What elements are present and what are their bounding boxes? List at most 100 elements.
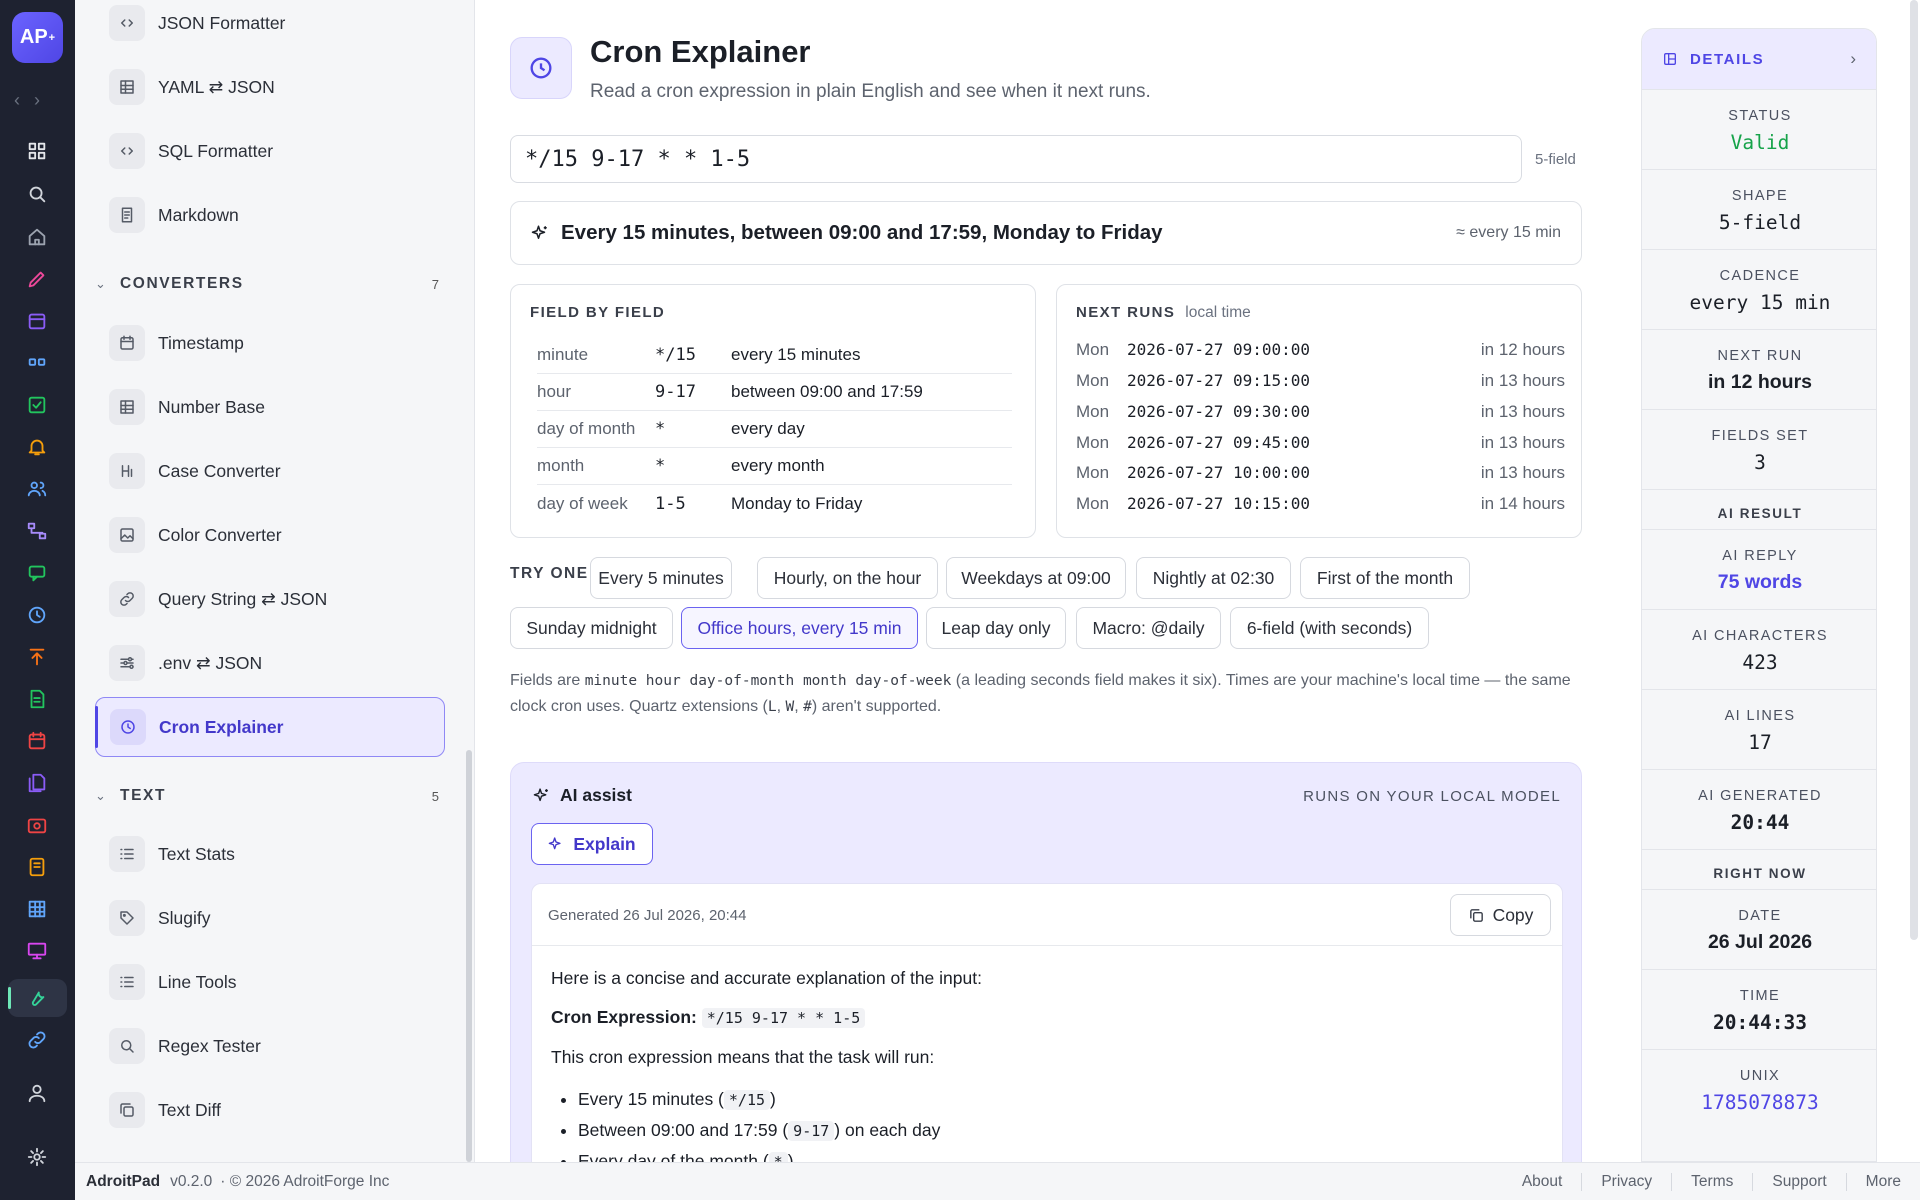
- dashboard-icon[interactable]: [22, 136, 52, 166]
- sidebar-item-timestamp[interactable]: Timestamp: [95, 313, 445, 373]
- footer-link-about[interactable]: About: [1503, 1173, 1582, 1191]
- run-relative: in 13 hours: [1480, 370, 1565, 390]
- group-title: TEXT: [120, 787, 167, 804]
- detail-unix[interactable]: UNIX 1785078873: [1642, 1049, 1876, 1129]
- field-by-field-card: FIELD BY FIELD minute */15 every 15 minu…: [510, 284, 1036, 538]
- group-converters-header[interactable]: ⌄ CONVERTERS 7: [95, 269, 445, 299]
- bell-icon[interactable]: [22, 432, 52, 462]
- group-text-header[interactable]: ⌄ TEXT 5: [95, 781, 445, 811]
- field-value: */15: [655, 345, 696, 365]
- sidebar-item-case-converter[interactable]: Case Converter: [95, 441, 445, 501]
- footer-link-more[interactable]: More: [1845, 1172, 1920, 1191]
- workflow-icon[interactable]: [22, 516, 52, 546]
- sidebar-item-text-diff[interactable]: Text Diff: [95, 1080, 445, 1140]
- table-icon[interactable]: [22, 894, 52, 924]
- preset-chip-selected[interactable]: Office hours, every 15 min: [681, 607, 918, 649]
- footer-copyright: · © 2026 AdroitForge Inc: [220, 1172, 390, 1190]
- detail-date: DATE 26 Jul 2026: [1642, 889, 1876, 969]
- sidebar-item-line-tools[interactable]: Line Tools: [95, 952, 445, 1012]
- field-name: hour: [537, 382, 572, 401]
- sidebar-item-text-stats[interactable]: Text Stats: [95, 824, 445, 884]
- sidebar-item-label: Cron Explainer: [159, 716, 284, 737]
- grid-icon: [109, 389, 145, 425]
- chevron-right-icon[interactable]: ›: [1850, 49, 1856, 69]
- field-name: month: [537, 456, 585, 475]
- sidebar-item-number-base[interactable]: Number Base: [95, 377, 445, 437]
- preset-chip[interactable]: Macro: @daily: [1076, 607, 1221, 649]
- detail-ai-reply: AI REPLY 75 words: [1642, 529, 1876, 609]
- camera-icon[interactable]: [22, 810, 52, 840]
- sidebar-item-label: Regex Tester: [158, 1035, 261, 1056]
- run-row: Mon 2026-07-27 10:15:00 in 14 hours: [1076, 488, 1565, 519]
- wrench-icon[interactable]: [22, 983, 52, 1013]
- preset-chip[interactable]: Leap day only: [926, 607, 1066, 649]
- sidebar-item-yaml-json[interactable]: YAML ⇄ JSON: [95, 57, 445, 117]
- presentation-icon[interactable]: [22, 936, 52, 966]
- settings-icon[interactable]: [22, 1142, 52, 1172]
- users-icon[interactable]: [22, 474, 52, 504]
- sidebar-item-cron-explainer[interactable]: Cron Explainer: [95, 697, 445, 757]
- run-relative: in 14 hours: [1480, 493, 1565, 513]
- sidebar-item-query-string-json[interactable]: Query String ⇄ JSON: [95, 569, 445, 629]
- sidebar-item-sql-formatter[interactable]: SQL Formatter: [95, 121, 445, 181]
- sidebar-item-markdown[interactable]: Markdown: [95, 185, 445, 245]
- footer-brand: AdroitPad: [86, 1172, 161, 1190]
- pencil-icon[interactable]: [22, 264, 52, 294]
- files-icon[interactable]: [22, 768, 52, 798]
- preset-chip[interactable]: Weekdays at 09:00: [946, 557, 1126, 599]
- document-icon[interactable]: [22, 684, 52, 714]
- field-value: 1-5: [655, 493, 686, 514]
- page-subtitle: Read a cron expression in plain English …: [590, 81, 1151, 102]
- footer-link-terms[interactable]: Terms: [1671, 1172, 1752, 1191]
- link-icon[interactable]: [22, 1025, 52, 1055]
- preset-chip[interactable]: Sunday midnight: [510, 607, 673, 649]
- clock-icon[interactable]: [22, 600, 52, 630]
- calendar-icon[interactable]: [22, 726, 52, 756]
- forward-icon[interactable]: ›: [34, 90, 40, 111]
- details-header[interactable]: DETAILS ›: [1642, 29, 1876, 89]
- preset-chip[interactable]: Nightly at 02:30: [1136, 557, 1291, 599]
- footer-link-support[interactable]: Support: [1752, 1172, 1845, 1191]
- explain-button[interactable]: Explain: [531, 823, 653, 865]
- field-value: *: [655, 456, 666, 476]
- chat-icon[interactable]: [22, 558, 52, 588]
- sidebar-item-slugify[interactable]: Slugify: [95, 888, 445, 948]
- page-scrollbar[interactable]: [1910, 0, 1918, 940]
- quote-icon[interactable]: [22, 348, 52, 378]
- check-square-icon[interactable]: [22, 390, 52, 420]
- user-icon[interactable]: [22, 1078, 52, 1108]
- notebook-icon[interactable]: [22, 852, 52, 882]
- run-row: Mon 2026-07-27 10:00:00 in 13 hours: [1076, 457, 1565, 488]
- archive-icon[interactable]: [22, 306, 52, 336]
- run-day: Mon: [1076, 339, 1110, 359]
- footer-link-privacy[interactable]: Privacy: [1581, 1172, 1671, 1191]
- sidebar-scrollbar[interactable]: [466, 750, 472, 1162]
- cron-expression-value: */15 9-17 * * 1-5: [525, 146, 751, 172]
- run-timestamp: 2026-07-27 09:15:00: [1127, 371, 1311, 390]
- ai-assist-panel: AI assist RUNS ON YOUR LOCAL MODEL Expla…: [510, 762, 1582, 1162]
- summary-cadence: ≈ every 15 min: [1456, 224, 1561, 241]
- field-row: minute */15 every 15 minutes: [537, 337, 1012, 374]
- ai-lead: This cron expression means that the task…: [551, 1047, 935, 1067]
- preset-chip[interactable]: Every 5 minutes: [590, 557, 732, 599]
- preset-chip[interactable]: First of the month: [1300, 557, 1470, 599]
- sidebar-item-json-formatter[interactable]: JSON Formatter: [95, 0, 445, 53]
- back-icon[interactable]: ‹: [14, 90, 20, 111]
- app-rail: AP + ‹ ›: [0, 0, 75, 1200]
- sidebar-item-color-converter[interactable]: Color Converter: [95, 505, 445, 565]
- preset-chip[interactable]: Hourly, on the hour: [757, 557, 938, 599]
- logo-sup: +: [48, 31, 56, 44]
- search-icon[interactable]: [22, 179, 52, 209]
- group-count: 5: [431, 788, 439, 804]
- sidebar-item-label: Markdown: [158, 204, 239, 225]
- app-logo[interactable]: AP +: [12, 12, 63, 63]
- sidebar-item-env-json[interactable]: .env ⇄ JSON: [95, 633, 445, 693]
- sidebar-item-label: Slugify: [158, 907, 211, 928]
- note-code: #: [803, 699, 812, 715]
- cron-expression-input[interactable]: */15 9-17 * * 1-5: [510, 135, 1522, 183]
- sidebar-item-regex-tester[interactable]: Regex Tester: [95, 1016, 445, 1076]
- upload-icon[interactable]: [22, 642, 52, 672]
- preset-chip[interactable]: 6-field (with seconds): [1230, 607, 1429, 649]
- copy-button[interactable]: Copy: [1450, 894, 1551, 936]
- home-icon[interactable]: [22, 222, 52, 252]
